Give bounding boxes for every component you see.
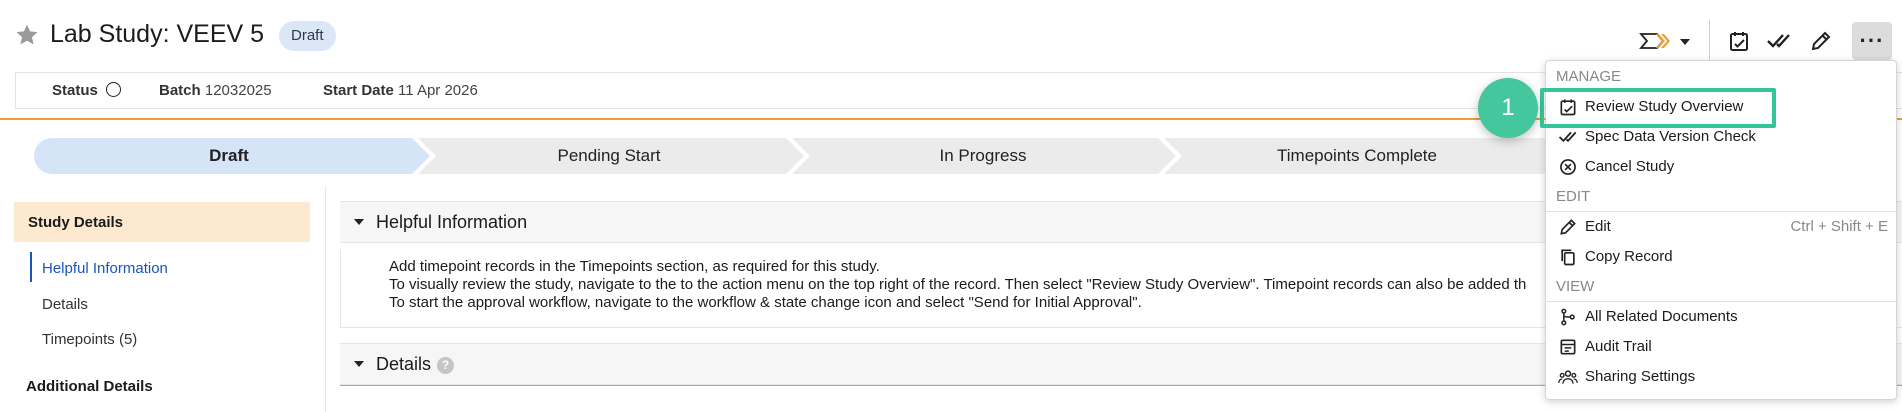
help-icon[interactable]: ?	[437, 357, 455, 374]
checkmarks-icon	[1767, 34, 1790, 48]
status-badge: Draft	[279, 21, 336, 51]
nav-section-additional-details[interactable]: Additional Details	[26, 378, 153, 395]
menu-item-label: Cancel Study	[1585, 158, 1675, 175]
menu-item-label: Audit Trail	[1585, 338, 1652, 355]
star-icon[interactable]	[14, 22, 40, 48]
cancel-icon	[1560, 159, 1576, 175]
copy-icon	[1561, 249, 1575, 266]
caret-down-icon	[354, 361, 364, 367]
start-date-label: Start Date	[323, 82, 394, 99]
menu-group-manage: MANAGE	[1556, 68, 1622, 85]
audit-trail-icon	[1560, 339, 1576, 355]
batch-label: Batch	[159, 82, 201, 99]
status-circle-icon	[106, 82, 122, 97]
start-date-value: 11 Apr 2026	[398, 82, 478, 99]
status-label: Status	[52, 82, 98, 99]
menu-item-audit-trail[interactable]: Audit Trail	[1546, 333, 1898, 361]
menu-item-label: All Related Documents	[1585, 308, 1738, 325]
batch-field: Batch 12032025	[159, 82, 272, 99]
menu-item-label: Spec Data Version Check	[1585, 128, 1756, 145]
helpful-information-title: Helpful Information	[376, 212, 528, 232]
step-marker: 1	[1478, 78, 1538, 138]
edit-button[interactable]	[1804, 24, 1838, 58]
sharing-icon	[1558, 370, 1578, 384]
nav-item-helpful-information[interactable]: Helpful Information	[42, 260, 168, 277]
details-title-text: Details	[376, 354, 432, 374]
menu-item-all-related-documents[interactable]: All Related Documents	[1546, 303, 1898, 331]
workflow-button[interactable]	[1636, 24, 1696, 58]
status-field: Status	[52, 82, 122, 99]
menu-item-copy-record[interactable]: Copy Record	[1546, 243, 1898, 271]
lifecycle-bar: Draft Pending Start In Progress Timepoin…	[34, 138, 1594, 174]
menu-group-view: VIEW	[1556, 278, 1595, 295]
menu-item-label: Copy Record	[1585, 248, 1673, 265]
checkmarks-icon	[1558, 131, 1577, 143]
header-divider	[1709, 20, 1710, 60]
menu-divider	[1546, 211, 1898, 212]
menu-group-edit: EDIT	[1556, 188, 1591, 205]
menu-item-label: Edit	[1585, 218, 1611, 235]
review-overview-button[interactable]	[1722, 24, 1756, 58]
pencil-icon	[1811, 31, 1831, 51]
more-actions-button[interactable]: ···	[1852, 22, 1892, 60]
menu-item-label: Sharing Settings	[1585, 368, 1696, 385]
chevron-down-icon	[1680, 39, 1690, 45]
section-nav: Study Details Helpful Information Detail…	[0, 186, 326, 412]
page-title: Lab Study: VEEV 5	[50, 20, 265, 48]
spec-check-button[interactable]	[1762, 24, 1796, 58]
stage-timepoints-complete: Timepoints Complete	[1277, 146, 1437, 165]
nav-item-timepoints[interactable]: Timepoints (5)	[42, 331, 137, 348]
page: Lab Study: VEEV 5 Draft ··· Status Batch…	[0, 0, 1902, 412]
stage-draft: Draft	[209, 146, 249, 165]
menu-item-sharing-settings[interactable]: Sharing Settings	[1546, 363, 1898, 391]
review-icon	[1730, 32, 1748, 51]
highlight-box	[1540, 88, 1776, 128]
start-date-field: Start Date 11 Apr 2026	[323, 82, 478, 99]
nav-active-indicator	[30, 252, 32, 282]
stage-in-progress: In Progress	[939, 146, 1027, 165]
pencil-icon	[1560, 219, 1576, 235]
nav-item-details[interactable]: Details	[42, 296, 88, 313]
batch-value: 12032025	[204, 82, 272, 99]
keyboard-shortcut: Ctrl + Shift + E	[1790, 218, 1888, 235]
menu-item-cancel-study[interactable]: Cancel Study	[1546, 153, 1898, 181]
menu-divider	[1546, 301, 1898, 302]
details-title: Details?	[376, 354, 455, 375]
related-docs-icon	[1561, 308, 1575, 326]
stage-pending-start: Pending Start	[557, 146, 661, 165]
nav-section-study-details[interactable]: Study Details	[14, 202, 310, 242]
more-icon: ···	[1859, 28, 1885, 53]
menu-item-edit[interactable]: Edit Ctrl + Shift + E	[1546, 213, 1898, 241]
caret-down-icon	[354, 219, 364, 225]
